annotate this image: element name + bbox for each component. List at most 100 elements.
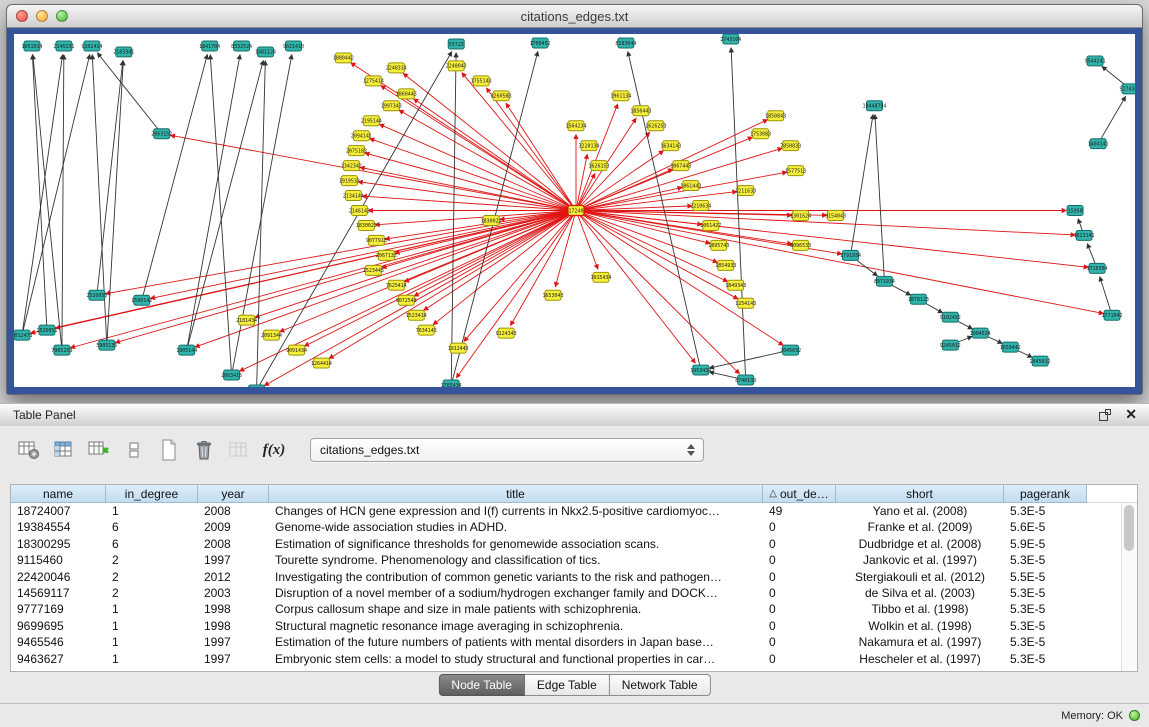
- graph-node[interactable]: 8740133: [735, 375, 756, 385]
- graph-node[interactable]: 1564234: [566, 121, 587, 131]
- column-header-title[interactable]: title: [269, 485, 763, 503]
- graph-node[interactable]: 2094141: [351, 131, 372, 141]
- graph-node[interactable]: 1710354: [1087, 263, 1108, 273]
- graph-node[interactable]: 7850833: [780, 141, 801, 151]
- graph-node[interactable]: 8971934: [874, 276, 895, 286]
- graph-node[interactable]: 9102432: [940, 312, 961, 322]
- graph-node[interactable]: 55723: [448, 39, 464, 49]
- graph-node[interactable]: 1342342: [341, 161, 362, 171]
- graph-node[interactable]: 3220134: [578, 141, 599, 151]
- graph-node[interactable]: 1905144: [176, 345, 197, 355]
- graph-node[interactable]: 1700452: [530, 38, 551, 48]
- function-builder-icon[interactable]: f(x): [261, 438, 287, 462]
- graph-node[interactable]: 1653043: [543, 290, 564, 300]
- graph-node[interactable]: 2526051: [36, 325, 57, 335]
- table-row[interactable]: 1938455462009Genome-wide association stu…: [11, 519, 1122, 535]
- graph-node[interactable]: 1953434: [690, 365, 711, 375]
- graph-node[interactable]: 9124343: [496, 328, 517, 338]
- column-header-year[interactable]: year: [198, 485, 269, 503]
- graph-node[interactable]: 2067133: [376, 250, 397, 260]
- graph-node[interactable]: 1254143: [735, 298, 756, 308]
- graph-node[interactable]: 1841704: [199, 41, 220, 51]
- table-row[interactable]: 969969511998Structural magnetic resonanc…: [11, 618, 1122, 634]
- graph-node[interactable]: 1997343: [381, 101, 402, 111]
- graph-node[interactable]: 1753083: [750, 129, 771, 139]
- table-row[interactable]: 946554611997Estimation of the future num…: [11, 634, 1122, 650]
- graph-node[interactable]: 1634143: [660, 141, 681, 151]
- new-file-icon[interactable]: [156, 438, 182, 462]
- graph-node[interactable]: 2743104: [720, 34, 741, 44]
- graph-node[interactable]: 1650442: [1000, 342, 1021, 352]
- table-row[interactable]: 1872400712008Changes of HCN gene express…: [11, 503, 1122, 519]
- graph-node[interactable]: 1850843: [765, 111, 786, 121]
- select-columns-icon[interactable]: [51, 438, 77, 462]
- tab-node-table[interactable]: Node Table: [438, 674, 525, 696]
- close-window-icon[interactable]: [16, 10, 28, 22]
- graph-node[interactable]: 9012473: [14, 330, 32, 340]
- graph-node[interactable]: 2063415: [221, 370, 242, 380]
- graph-node[interactable]: 7625414: [386, 280, 407, 290]
- graph-node[interactable]: 8096533: [790, 240, 811, 250]
- table-row[interactable]: 2242004622012Investigating the contribut…: [11, 569, 1122, 585]
- graph-node[interactable]: 1912443: [448, 343, 469, 353]
- table-select-combo[interactable]: citations_edges.txt: [310, 438, 704, 462]
- graph-node[interactable]: 1904534: [970, 328, 991, 338]
- minimize-window-icon[interactable]: [36, 10, 48, 22]
- graph-node[interactable]: 2075183: [346, 146, 367, 156]
- graph-node[interactable]: 1919533: [339, 176, 360, 186]
- table-row[interactable]: 977716911998Corpus callosum shape and si…: [11, 601, 1122, 617]
- graph-node[interactable]: 1765434: [441, 380, 462, 387]
- graph-node[interactable]: 2146131: [53, 41, 74, 51]
- graph-node[interactable]: 7905153: [51, 345, 72, 355]
- network-graph[interactable]: 1724018804422248314127541418604431997343…: [14, 34, 1135, 387]
- graph-node[interactable]: 1830023: [356, 220, 377, 230]
- graph-node[interactable]: 1849343: [725, 280, 746, 290]
- graph-node[interactable]: 1854933: [715, 260, 736, 270]
- graph-node[interactable]: 15958: [1067, 206, 1083, 216]
- column-header-name[interactable]: name: [11, 485, 106, 503]
- graph-node[interactable]: 2248043: [446, 61, 467, 71]
- graph-node[interactable]: 7634143: [416, 325, 437, 335]
- table-row[interactable]: 1456911722003Disruption of a novel membe…: [11, 585, 1122, 601]
- graph-node[interactable]: 1577513: [785, 166, 806, 176]
- graph-node[interactable]: 9274341: [1120, 84, 1135, 94]
- graph-node[interactable]: 2063152: [151, 129, 172, 139]
- zoom-window-icon[interactable]: [56, 10, 68, 22]
- graph-node[interactable]: 8332524: [231, 41, 252, 51]
- graph-node[interactable]: 2045012: [1030, 356, 1051, 366]
- graph-node[interactable]: 1915434: [590, 272, 611, 282]
- graph-node[interactable]: 2146143: [349, 206, 370, 216]
- graph-node[interactable]: 1830022: [481, 215, 502, 225]
- rows-icon[interactable]: [121, 438, 147, 462]
- graph-node[interactable]: 1879123: [908, 294, 929, 304]
- delete-icon[interactable]: [191, 438, 217, 462]
- new-column-icon[interactable]: [86, 438, 112, 462]
- table-options-icon[interactable]: [16, 438, 42, 462]
- graph-node[interactable]: 1861443: [680, 181, 701, 191]
- network-canvas[interactable]: 1724018804422248314127541418604431997343…: [14, 34, 1135, 387]
- graph-node[interactable]: 9077913: [366, 235, 387, 245]
- graph-node[interactable]: 2183341: [113, 47, 134, 57]
- graph-node[interactable]: 8183044: [615, 38, 636, 48]
- graph-node[interactable]: 1275414: [363, 76, 384, 86]
- table-row[interactable]: 911546021997Tourette syndrome. Phenomeno…: [11, 552, 1122, 568]
- graph-node[interactable]: 1626253: [645, 121, 666, 131]
- column-header-short[interactable]: short: [836, 485, 1004, 503]
- column-header-pagerank[interactable]: pagerank: [1004, 485, 1087, 503]
- graph-node[interactable]: 1771042: [1102, 310, 1123, 320]
- graph-node[interactable]: 2260583: [491, 91, 512, 101]
- graph-node[interactable]: 2210634: [690, 201, 711, 211]
- graph-node[interactable]: 9544241: [1085, 56, 1106, 66]
- graph-node[interactable]: 9245012: [940, 340, 961, 350]
- graph-node[interactable]: 19448794: [862, 101, 886, 111]
- graph-node[interactable]: 2181434: [236, 315, 257, 325]
- graph-node[interactable]: 2091344: [261, 330, 282, 340]
- graph-node[interactable]: 1067443: [670, 161, 691, 171]
- graph-node[interactable]: 1755143: [471, 76, 492, 86]
- graph-node[interactable]: 1860443: [396, 89, 417, 99]
- graph-node[interactable]: 9154043: [825, 211, 846, 221]
- graph-node[interactable]: 1523414: [406, 310, 427, 320]
- float-panel-icon[interactable]: [1099, 409, 1111, 421]
- column-header-out-degree[interactable]: △ out_de…: [763, 485, 836, 503]
- close-panel-icon[interactable]: ✕: [1125, 406, 1137, 423]
